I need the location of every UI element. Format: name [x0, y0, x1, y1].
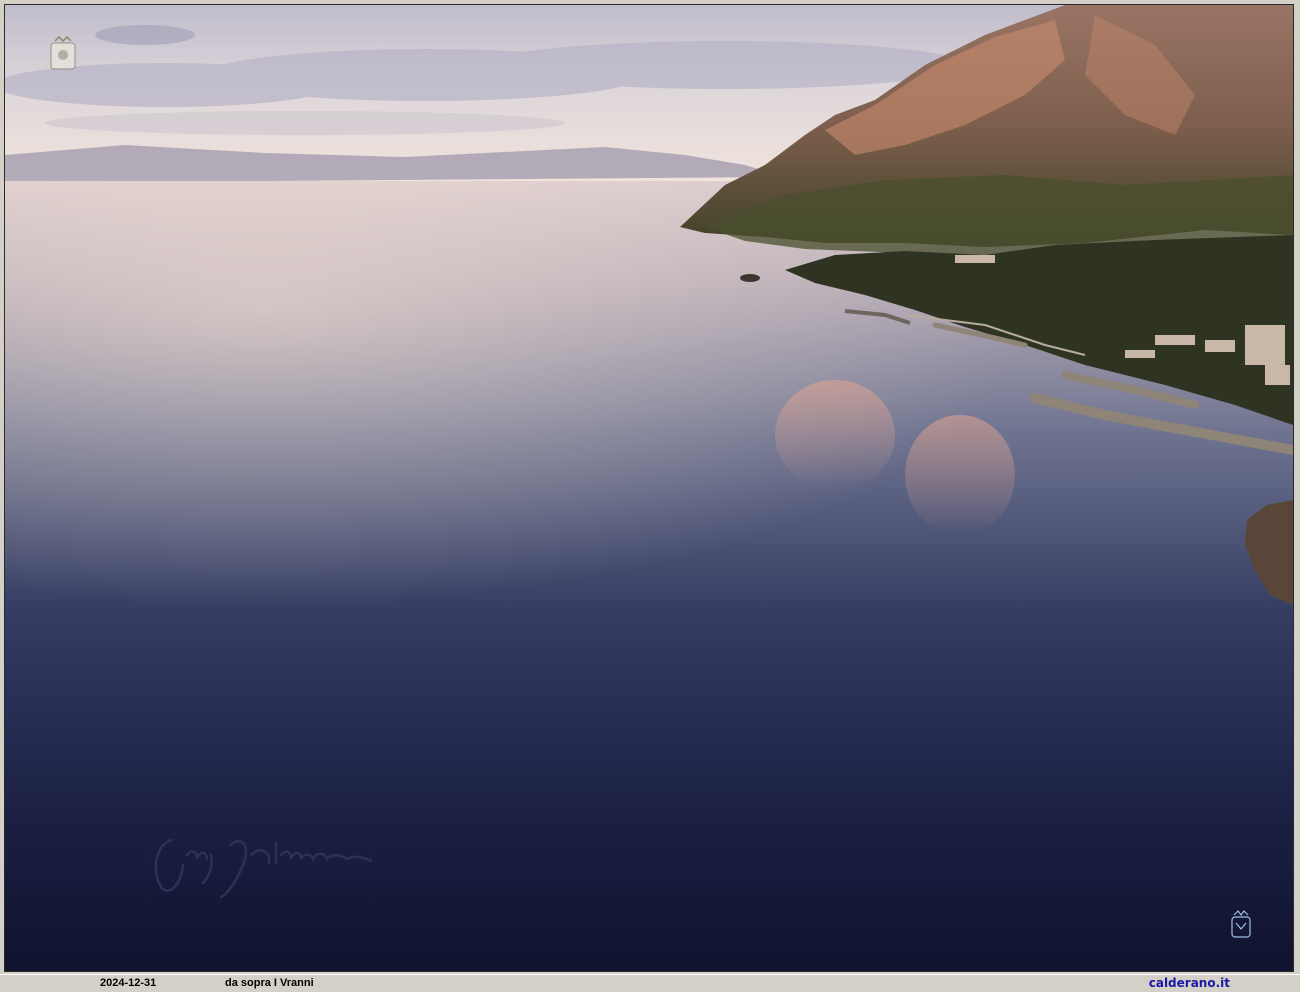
photo-title: da sopra I Vranni	[225, 977, 314, 989]
sea-reflection	[775, 380, 895, 490]
photo-date: 2024-12-31	[100, 977, 157, 989]
photo-frame	[4, 4, 1294, 972]
rock	[740, 274, 760, 282]
caption-bar: 2024-12-31 da sopra I Vranni calderano.i…	[0, 974, 1300, 992]
site-link[interactable]: calderano.it	[1149, 976, 1230, 990]
aerial-photo	[5, 5, 1293, 971]
sea-reflection	[905, 415, 1015, 535]
